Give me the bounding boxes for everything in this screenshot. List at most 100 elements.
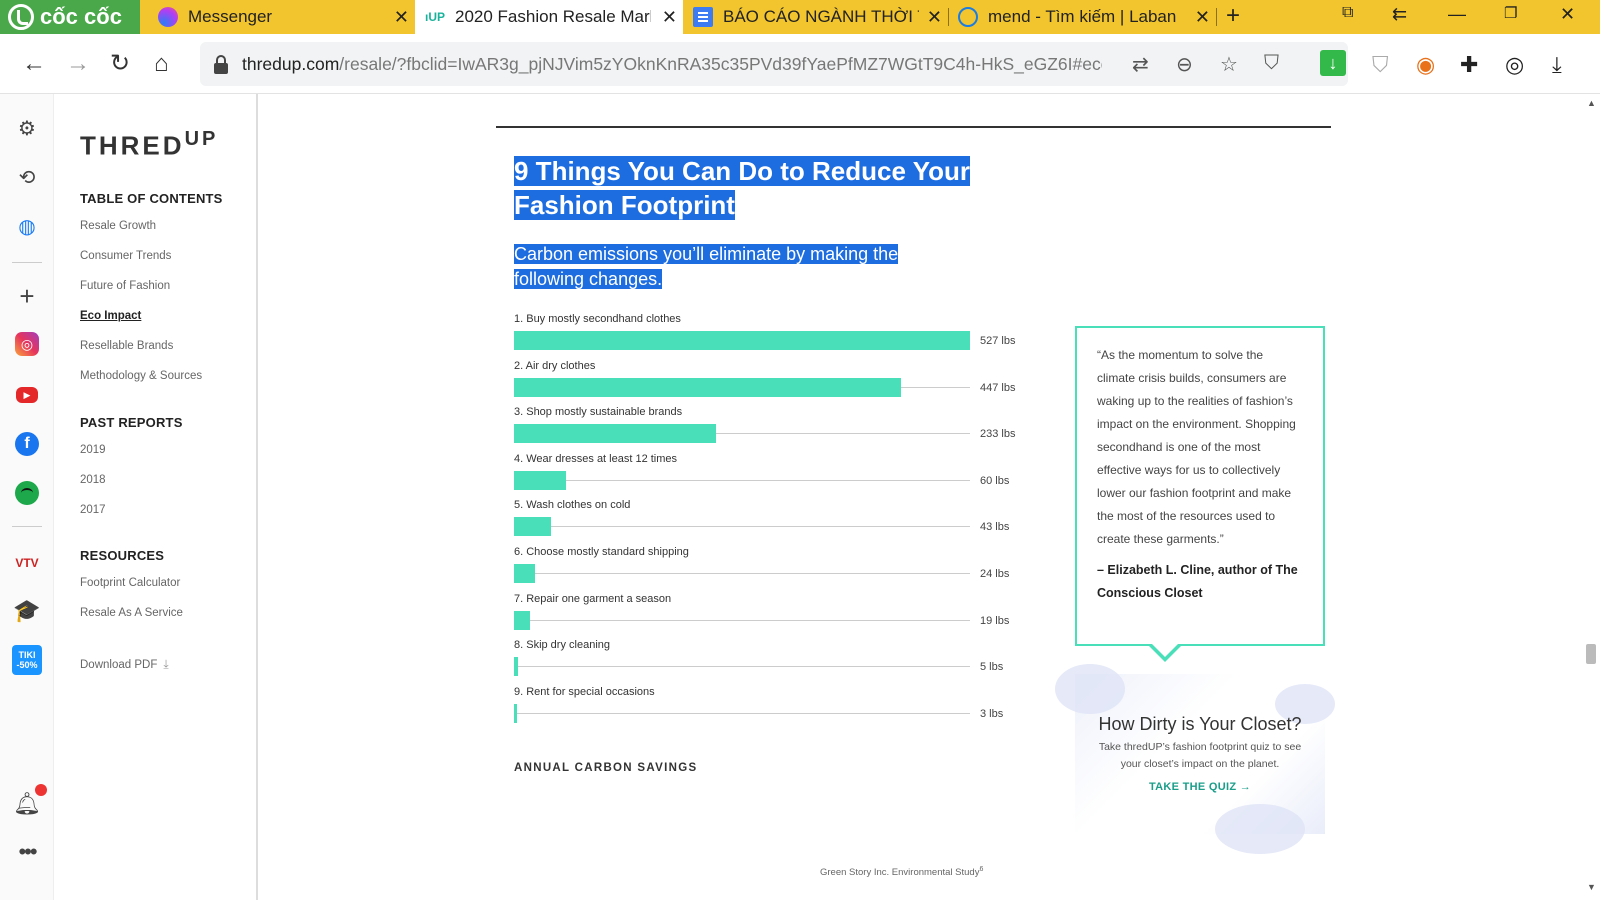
youtube-icon[interactable]: ▶: [16, 387, 38, 403]
graduation-hat-icon[interactable]: 🎓: [13, 597, 41, 625]
promo-title: How Dirty is Your Closet?: [1098, 714, 1302, 734]
translate-icon[interactable]: ⇄: [1132, 52, 1149, 77]
restore-icon[interactable]: ❐: [1504, 4, 1517, 22]
subhead-text: Carbon emissions you’ll eliminate by mak…: [514, 244, 899, 289]
tab-google-doc[interactable]: BÁO CÁO NGÀNH THỜI T ✕: [683, 0, 948, 34]
minimize-icon[interactable]: —: [1448, 4, 1466, 25]
close-icon[interactable]: ✕: [394, 7, 409, 28]
back-tabs-arrow-icon[interactable]: ⇇: [1392, 4, 1407, 25]
bar: [514, 657, 519, 677]
toc-link-eco-impact[interactable]: Eco Impact: [80, 310, 141, 322]
bar-track: [514, 526, 970, 528]
quote-text: “As the momentum to solve the climate cr…: [1097, 348, 1296, 546]
toc-heading-contents: TABLE OF CONTENTS: [80, 191, 223, 206]
bar-track: [514, 479, 970, 481]
scroll-down-arrow-icon[interactable]: ▼: [1587, 882, 1596, 892]
facebook-icon[interactable]: f: [15, 432, 39, 456]
coccoc-menu-button[interactable]: cốc cốc: [0, 0, 140, 34]
tab-thredup[interactable]: ıUP 2020 Fashion Resale Mark ✕: [415, 0, 683, 34]
bar: [514, 564, 535, 583]
tab-laban[interactable]: mend - Tìm kiếm | Laban ✕: [948, 0, 1216, 34]
download-pdf-link[interactable]: Download PDF ⤓: [80, 657, 169, 672]
close-icon[interactable]: ✕: [662, 7, 677, 28]
bar: [514, 377, 901, 397]
quote-callout: “As the momentum to solve the climate cr…: [1075, 326, 1325, 662]
tab-search-icon[interactable]: ⧉: [1342, 4, 1353, 22]
thredup-icon: ıUP: [425, 10, 446, 24]
bar-row: 7. Repair one garment a season 19 lbs: [514, 593, 1034, 633]
bar: [514, 331, 970, 350]
tiki-icon[interactable]: TIKI -50%: [12, 645, 42, 675]
instagram-icon[interactable]: ◎: [15, 332, 39, 356]
past-report-2019[interactable]: 2019: [80, 444, 106, 456]
forward-arrow-icon[interactable]: →: [66, 50, 90, 78]
lock-icon: [214, 54, 228, 74]
bar-value-label: 527 lbs: [980, 335, 1016, 347]
bar-track: [514, 619, 970, 621]
article-main: 9 Things You Can Do to Reduce Your Fashi…: [258, 94, 1582, 900]
tab-title: mend - Tìm kiếm | Laban: [988, 7, 1177, 26]
url-text[interactable]: thredup.com/resale/?fbclid=IwAR3g_pjNJVi…: [242, 54, 1102, 75]
bar-category-label: 1. Buy mostly secondhand clothes: [514, 313, 681, 325]
bar: [514, 610, 531, 630]
home-icon[interactable]: ⌂: [154, 50, 169, 78]
url-host: thredup.com: [242, 53, 340, 74]
tab-title: Messenger: [188, 7, 273, 26]
past-report-2017[interactable]: 2017: [80, 504, 106, 516]
new-tab-plus-icon[interactable]: +: [1226, 2, 1240, 30]
toc-link-resellable-brands[interactable]: Resellable Brands: [80, 340, 173, 352]
bar-value-label: 5 lbs: [980, 661, 1004, 674]
back-arrow-icon[interactable]: ←: [22, 50, 46, 78]
add-plus-icon[interactable]: +: [13, 281, 41, 311]
tab-bar: cốc cốc Messenger ✕ ıUP 2020 Fashion Res…: [0, 0, 1600, 34]
toc-link-methodology[interactable]: Methodology & Sources: [80, 370, 202, 382]
close-icon[interactable]: ✕: [1195, 7, 1210, 28]
tab-separator: [1216, 8, 1217, 26]
bookmark-star-icon[interactable]: ☆: [1220, 52, 1238, 77]
messenger-sidebar-icon[interactable]: ◍: [13, 212, 41, 240]
more-dots-icon[interactable]: •••: [13, 838, 41, 866]
bar-category-label: 5. Wash clothes on cold: [514, 499, 631, 512]
zoom-out-icon[interactable]: ⊖: [1176, 52, 1193, 77]
toc-link-consumer-trends[interactable]: Consumer Trends: [80, 250, 171, 262]
spotify-icon[interactable]: [15, 481, 39, 505]
thredup-logo[interactable]: THREDUP: [80, 128, 218, 162]
profile-icon[interactable]: ◎: [1505, 52, 1524, 78]
past-report-2018[interactable]: 2018: [80, 474, 106, 486]
puzzle-extensions-icon[interactable]: ✚: [1460, 52, 1478, 78]
bar-value-label: 60 lbs: [980, 474, 1010, 487]
scroll-thumb[interactable]: [1586, 644, 1596, 664]
quote-author: – Elizabeth L. Cline, author of The Cons…: [1097, 563, 1298, 600]
page-scrollbar[interactable]: ▲ ▼: [1582, 94, 1600, 900]
table-of-contents-sidebar: THREDUP TABLE OF CONTENTS Resale Growth …: [54, 94, 258, 900]
notification-badge: [35, 784, 47, 796]
tab-messenger[interactable]: Messenger ✕: [140, 0, 415, 34]
downloads-icon[interactable]: ⤓: [1552, 52, 1562, 78]
take-the-quiz-link[interactable]: TAKE THE QUIZ →: [1149, 781, 1251, 793]
address-bar[interactable]: thredup.com/resale/?fbclid=IwAR3g_pjNJVi…: [200, 42, 1348, 86]
download-video-icon[interactable]: ↓: [1320, 50, 1346, 76]
compass-icon: [958, 7, 978, 27]
settings-gear-icon[interactable]: ⚙: [13, 114, 41, 142]
close-icon[interactable]: ✕: [927, 7, 942, 28]
adblock-shield-icon[interactable]: ⛉: [1372, 52, 1389, 78]
resource-footprint-calculator[interactable]: Footprint Calculator: [80, 577, 180, 589]
history-icon[interactable]: ⟲: [13, 163, 41, 191]
shield-icon[interactable]: ⛉: [1264, 52, 1279, 75]
bar-value-label: 19 lbs: [980, 614, 1010, 627]
bar-row: 3. Shop mostly sustainable brands 233 lbs: [514, 406, 1034, 446]
scroll-up-arrow-icon[interactable]: ▲: [1587, 98, 1596, 108]
bar-category-label: 2. Air dry clothes: [514, 359, 596, 372]
coccoc-extension-icon[interactable]: ◉: [1416, 52, 1435, 78]
toc-link-resale-growth[interactable]: Resale Growth: [80, 220, 156, 232]
resource-resale-as-a-service[interactable]: Resale As A Service: [80, 607, 183, 619]
toc-heading-past-reports: PAST REPORTS: [80, 415, 183, 430]
bar-category-label: 8. Skip dry cleaning: [514, 639, 610, 652]
bar-category-label: 3. Shop mostly sustainable brands: [514, 406, 683, 419]
toc-link-future-of-fashion[interactable]: Future of Fashion: [80, 280, 170, 292]
reload-icon[interactable]: ↻: [110, 50, 130, 78]
logo-text: THRED: [80, 130, 185, 161]
callout-pointer: [1147, 642, 1183, 662]
vtv-go-icon[interactable]: VTV: [13, 549, 41, 577]
window-close-icon[interactable]: ✕: [1560, 4, 1575, 25]
